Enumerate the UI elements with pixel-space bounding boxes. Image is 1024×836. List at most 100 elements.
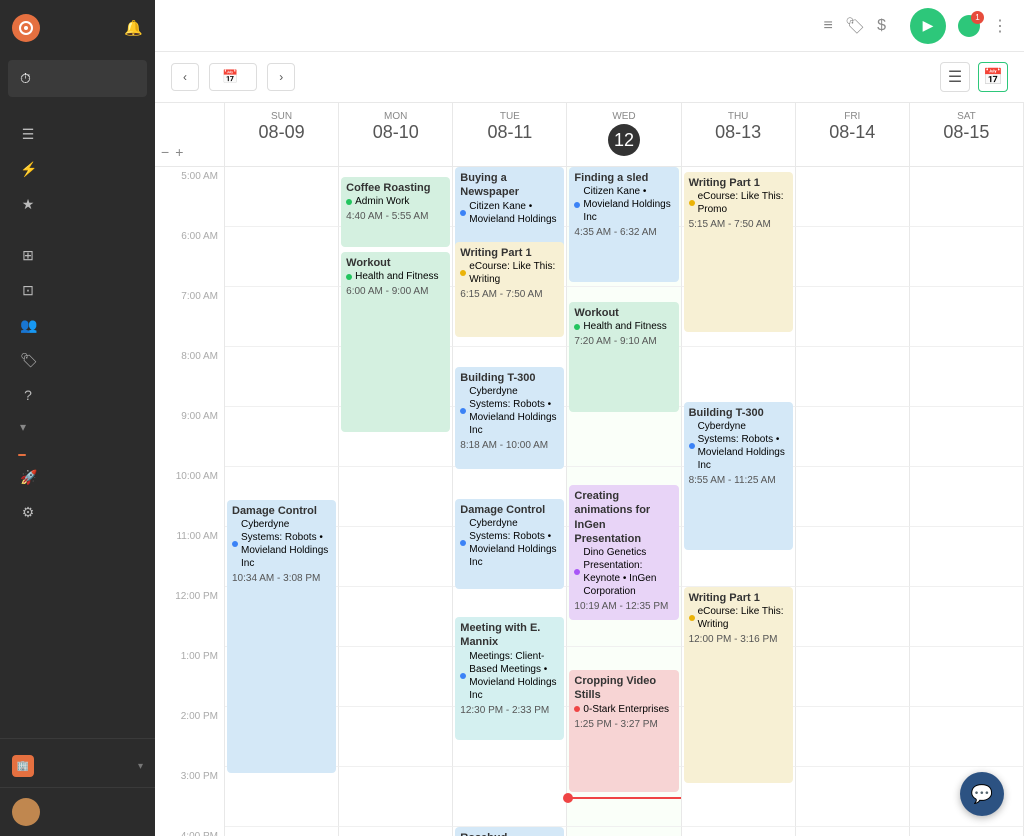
next-week-button[interactable]: ›: [267, 63, 295, 91]
cal-cell-r0-c1[interactable]: Coffee Roasting Admin Work 4:40 AM - 5:5…: [339, 167, 453, 227]
zoom-in-button[interactable]: +: [173, 142, 185, 162]
cal-cell-r5-c1[interactable]: [339, 467, 453, 527]
cal-cell-r0-c0[interactable]: [225, 167, 339, 227]
cal-cell-r10-c1[interactable]: [339, 767, 453, 827]
cal-cell-r0-c5[interactable]: [796, 167, 910, 227]
dollar-icon[interactable]: $: [877, 17, 886, 35]
list-view-button[interactable]: ☰: [940, 62, 970, 92]
bars-icon[interactable]: ≡: [823, 17, 832, 35]
cal-cell-r7-c1[interactable]: [339, 587, 453, 647]
cal-cell-r10-c0[interactable]: [225, 767, 339, 827]
calendar-view-button[interactable]: 📅: [978, 62, 1008, 92]
cal-cell-r11-c6[interactable]: [910, 827, 1024, 836]
cal-cell-r7-c2[interactable]: Meeting with E. Mannix Meetings: Client-…: [453, 587, 567, 647]
sidebar-item-projects[interactable]: ⊞: [8, 239, 147, 272]
cal-cell-r6-c6[interactable]: [910, 527, 1024, 587]
event-block[interactable]: Creating animations for InGen Presentati…: [569, 485, 678, 620]
cal-cell-r4-c3[interactable]: [567, 407, 681, 467]
zoom-out-button[interactable]: −: [159, 142, 171, 162]
cal-cell-r11-c2[interactable]: Rosebud Citizen Kane • Movieland Holding…: [453, 827, 567, 836]
event-block[interactable]: Damage Control Cyberdyne Systems: Robots…: [455, 499, 564, 589]
cal-cell-r10-c5[interactable]: [796, 767, 910, 827]
cal-cell-r11-c1[interactable]: [339, 827, 453, 836]
play-button[interactable]: ▶: [910, 8, 946, 44]
cal-cell-r3-c2[interactable]: Building T-300 Cyberdyne Systems: Robots…: [453, 347, 567, 407]
cal-cell-r8-c3[interactable]: Cropping Video Stills 0-Stark Enterprise…: [567, 647, 681, 707]
event-block[interactable]: Damage Control Cyberdyne Systems: Robots…: [227, 500, 336, 773]
sidebar-item-team[interactable]: 👥: [8, 309, 147, 342]
cal-cell-r11-c3[interactable]: [567, 827, 681, 836]
cal-cell-r5-c2[interactable]: Damage Control Cyberdyne Systems: Robots…: [453, 467, 567, 527]
cal-cell-r9-c6[interactable]: [910, 707, 1024, 767]
cal-cell-r0-c6[interactable]: [910, 167, 1024, 227]
cal-cell-r8-c1[interactable]: [339, 647, 453, 707]
chat-button[interactable]: 💬: [960, 772, 1004, 816]
event-block[interactable]: Building T-300 Cyberdyne Systems: Robots…: [455, 367, 564, 469]
sidebar-user[interactable]: [0, 787, 155, 836]
event-block[interactable]: Workout Health and Fitness 6:00 AM - 9:0…: [341, 252, 450, 432]
event-block[interactable]: Writing Part 1 eCourse: Like This: Writi…: [684, 587, 793, 783]
sidebar-item-help[interactable]: ?: [8, 379, 147, 411]
cal-cell-r2-c6[interactable]: [910, 287, 1024, 347]
cal-cell-r2-c5[interactable]: [796, 287, 910, 347]
cal-cell-r8-c5[interactable]: [796, 647, 910, 707]
cal-cell-r1-c0[interactable]: [225, 227, 339, 287]
cal-cell-r1-c6[interactable]: [910, 227, 1024, 287]
cal-cell-r11-c0[interactable]: [225, 827, 339, 836]
cal-cell-r11-c5[interactable]: [796, 827, 910, 836]
cal-cell-r7-c6[interactable]: [910, 587, 1024, 647]
event-block[interactable]: Writing Part 1 eCourse: Like This: Promo…: [684, 172, 793, 332]
cal-cell-r7-c4[interactable]: Writing Part 1 eCourse: Like This: Writi…: [682, 587, 796, 647]
prev-week-button[interactable]: ‹: [171, 63, 199, 91]
cal-cell-r0-c4[interactable]: Writing Part 1 eCourse: Like This: Promo…: [682, 167, 796, 227]
cal-cell-r4-c0[interactable]: [225, 407, 339, 467]
event-block[interactable]: Writing Part 1 eCourse: Like This: Writi…: [455, 242, 564, 337]
event-block[interactable]: Building T-300 Cyberdyne Systems: Robots…: [684, 402, 793, 550]
workspace-item[interactable]: 🏢 ▾: [12, 755, 143, 777]
cal-cell-r9-c5[interactable]: [796, 707, 910, 767]
sidebar-item-insights[interactable]: ⚡: [8, 153, 147, 186]
calendar-header-day-fri: FRI08-14: [796, 103, 910, 167]
event-block[interactable]: Finding a sled Citizen Kane • Movieland …: [569, 167, 678, 282]
event-block[interactable]: Coffee Roasting Admin Work 4:40 AM - 5:5…: [341, 177, 450, 247]
sidebar-item-organization[interactable]: 🚀: [8, 461, 147, 494]
event-block[interactable]: Cropping Video Stills 0-Stark Enterprise…: [569, 670, 678, 792]
sidebar-item-settings[interactable]: ⚙: [8, 496, 147, 529]
cal-cell-r3-c0[interactable]: [225, 347, 339, 407]
event-block[interactable]: Workout Health and Fitness 7:20 AM - 9:1…: [569, 302, 678, 412]
sidebar-item-clients[interactable]: ⊡: [8, 274, 147, 307]
cal-cell-r8-c6[interactable]: [910, 647, 1024, 707]
cal-cell-r3-c6[interactable]: [910, 347, 1024, 407]
cal-cell-r6-c1[interactable]: [339, 527, 453, 587]
cal-cell-r3-c4[interactable]: Building T-300 Cyberdyne Systems: Robots…: [682, 347, 796, 407]
cal-cell-r10-c2[interactable]: [453, 767, 567, 827]
cal-cell-r0-c2[interactable]: Buying a Newspaper Citizen Kane • Moviel…: [453, 167, 567, 227]
cal-cell-r5-c3[interactable]: Creating animations for InGen Presentati…: [567, 467, 681, 527]
tag-icon[interactable]: 🏷: [845, 16, 865, 36]
cal-cell-r4-c5[interactable]: [796, 407, 910, 467]
user-status-dot[interactable]: [958, 15, 980, 37]
event-block[interactable]: Meeting with E. Mannix Meetings: Client-…: [455, 617, 564, 740]
cal-cell-r5-c6[interactable]: [910, 467, 1024, 527]
cal-cell-r1-c5[interactable]: [796, 227, 910, 287]
cal-cell-r5-c5[interactable]: [796, 467, 910, 527]
cal-cell-r9-c1[interactable]: [339, 707, 453, 767]
cal-cell-r4-c6[interactable]: [910, 407, 1024, 467]
cal-cell-r5-c0[interactable]: Damage Control Cyberdyne Systems: Robots…: [225, 467, 339, 527]
cal-cell-r2-c0[interactable]: [225, 287, 339, 347]
cal-cell-r6-c5[interactable]: [796, 527, 910, 587]
sidebar-timer-item[interactable]: ⏱: [8, 60, 147, 97]
cal-cell-r0-c3[interactable]: Finding a sled Citizen Kane • Movieland …: [567, 167, 681, 227]
show-more-button[interactable]: ▾: [8, 414, 147, 440]
bell-icon[interactable]: 🔔: [124, 19, 143, 37]
sidebar-item-saved-reports[interactable]: ★: [8, 188, 147, 221]
cal-cell-r11-c4[interactable]: [682, 827, 796, 836]
event-block[interactable]: Rosebud Citizen Kane • Movieland Holding…: [455, 827, 564, 836]
sidebar-item-tags[interactable]: 🏷: [8, 344, 147, 377]
cal-cell-r2-c3[interactable]: Workout Health and Fitness 7:20 AM - 9:1…: [567, 287, 681, 347]
this-week-button[interactable]: 📅: [209, 63, 257, 91]
sidebar-item-reports[interactable]: ☰: [8, 118, 147, 151]
cal-cell-r3-c5[interactable]: [796, 347, 910, 407]
cal-cell-r7-c5[interactable]: [796, 587, 910, 647]
menu-icon[interactable]: ⋮: [992, 16, 1008, 36]
